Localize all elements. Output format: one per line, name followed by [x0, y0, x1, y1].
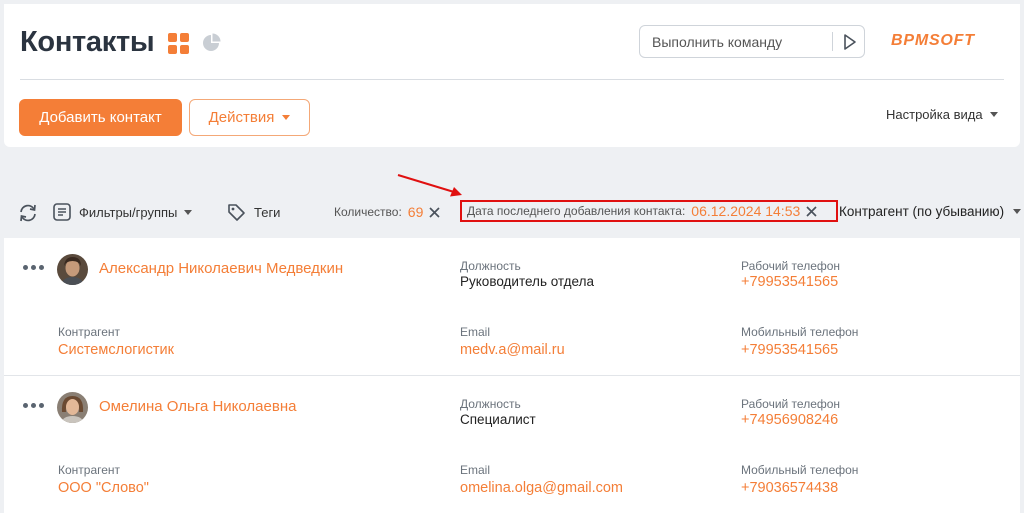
- date-label: Дата последнего добавления контакта:: [467, 204, 686, 218]
- account-link[interactable]: ООО "Слово": [58, 480, 149, 496]
- email-link[interactable]: medv.a@mail.ru: [460, 342, 565, 358]
- contact-name-link[interactable]: Александр Николаевич Медведкин: [99, 260, 343, 277]
- command-box: [639, 25, 865, 58]
- command-divider: [832, 32, 833, 51]
- account-label: Контрагент: [58, 463, 121, 477]
- contact-list: Александр Николаевич Медведкин Должность…: [4, 238, 1020, 513]
- filter-icon: [53, 203, 71, 221]
- chevron-down-icon: [282, 115, 291, 120]
- add-contact-button[interactable]: Добавить контакт: [19, 99, 182, 136]
- command-input[interactable]: [652, 26, 827, 57]
- sort-dropdown[interactable]: Контрагент (по убыванию): [839, 204, 1022, 219]
- chevron-down-icon: [989, 112, 998, 117]
- view-settings-label: Настройка вида: [886, 107, 983, 122]
- header-panel: Контакты BPMSOFT Добавить контакт Действ…: [4, 4, 1020, 147]
- actions-button-label: Действия: [208, 109, 275, 126]
- email-label: Email: [460, 463, 491, 477]
- filters-groups-button[interactable]: Фильтры/группы: [52, 202, 193, 222]
- more-icon[interactable]: [23, 262, 45, 272]
- account-label: Контрагент: [58, 325, 121, 339]
- mobile-phone-label: Мобильный телефон: [741, 325, 859, 339]
- play-icon[interactable]: [838, 32, 860, 52]
- tags-button[interactable]: Теги: [226, 202, 280, 222]
- sort-label: Контрагент (по убыванию): [839, 204, 1005, 219]
- actions-button[interactable]: Действия: [189, 99, 310, 136]
- date-filter-chip: Дата последнего добавления контакта: 06.…: [460, 200, 838, 222]
- mobile-phone-label: Мобильный телефон: [741, 463, 859, 477]
- work-phone-link[interactable]: +74956908246: [741, 412, 838, 428]
- position-label: Должность: [460, 397, 521, 411]
- work-phone-link[interactable]: +79953541565: [741, 274, 838, 290]
- list-item[interactable]: Омелина Ольга Николаевна Должность Специ…: [4, 375, 1020, 512]
- position-value: Специалист: [460, 412, 536, 427]
- chevron-down-icon: [184, 209, 193, 215]
- mobile-phone-link[interactable]: +79953541565: [741, 342, 838, 358]
- list-toolbar: Фильтры/группы Теги Количество: 69 Дата …: [0, 195, 1024, 231]
- count-label: Количество:: [334, 205, 402, 219]
- avatar: [57, 254, 88, 285]
- count-filter-chip: Количество: 69: [334, 204, 440, 220]
- list-item[interactable]: Александр Николаевич Медведкин Должность…: [4, 238, 1020, 375]
- email-label: Email: [460, 325, 491, 339]
- filters-label: Фильтры/группы: [79, 204, 178, 220]
- position-value: Руководитель отдела: [460, 274, 594, 289]
- account-link[interactable]: Системслогистик: [58, 342, 174, 358]
- work-phone-label: Рабочий телефон: [741, 397, 841, 411]
- email-link[interactable]: omelina.olga@gmail.com: [460, 480, 623, 496]
- work-phone-label: Рабочий телефон: [741, 259, 841, 273]
- brand-logo: BPMSOFT: [891, 32, 975, 49]
- header-divider: [20, 79, 1004, 80]
- tags-label: Теги: [254, 204, 281, 220]
- avatar: [57, 392, 88, 423]
- tag-icon: [228, 204, 245, 221]
- grid-view-icon[interactable]: [168, 33, 189, 54]
- chevron-down-icon: [1013, 209, 1022, 214]
- mobile-phone-link[interactable]: +79036574438: [741, 480, 838, 496]
- view-settings-button[interactable]: Настройка вида: [886, 107, 998, 122]
- close-icon[interactable]: [429, 206, 440, 218]
- refresh-icon[interactable]: [17, 203, 39, 223]
- close-icon[interactable]: [806, 205, 817, 217]
- date-value: 06.12.2024 14:53: [691, 203, 801, 219]
- more-icon[interactable]: [23, 400, 45, 410]
- chart-view-icon[interactable]: [201, 33, 221, 53]
- page-title: Контакты: [20, 26, 155, 58]
- contact-name-link[interactable]: Омелина Ольга Николаевна: [99, 398, 296, 415]
- position-label: Должность: [460, 259, 521, 273]
- count-value: 69: [407, 204, 424, 220]
